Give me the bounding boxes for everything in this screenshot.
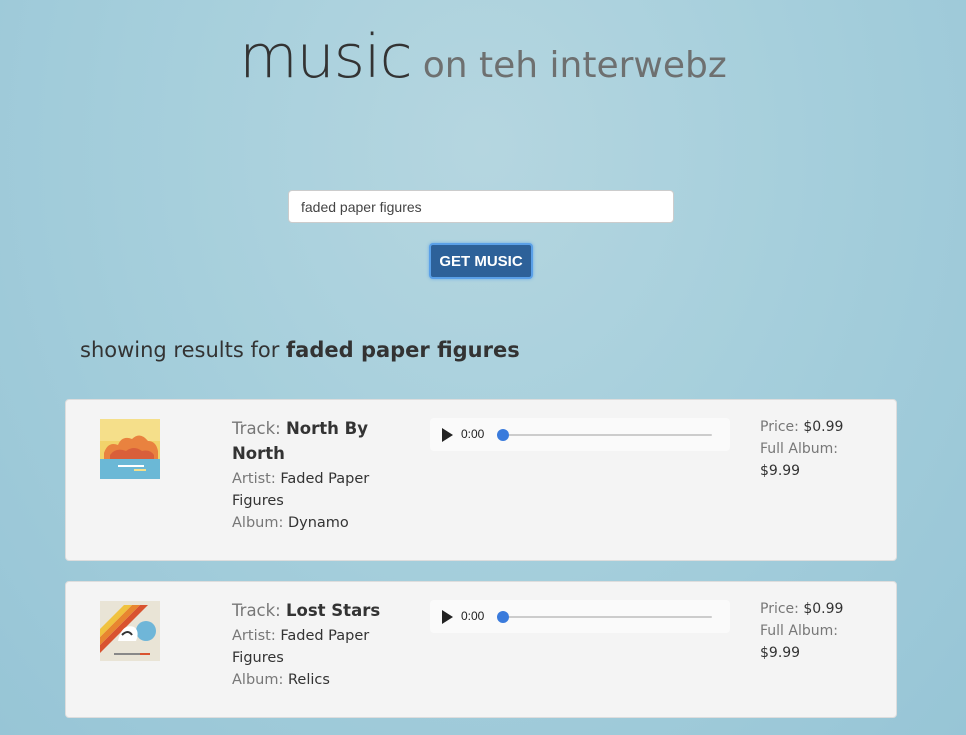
progress-knob[interactable] (497, 429, 509, 441)
album-name: Dynamo (287, 515, 349, 531)
full-album-line: Full Album: $9.99 (760, 438, 870, 482)
site-header: music on teh interwebz (0, 22, 966, 92)
artist-label: Artist: (232, 628, 276, 644)
track-line: Track: Lost Stars (232, 598, 402, 623)
album-line: Album: Relics (232, 669, 402, 691)
price-line: Price: $0.99 (760, 598, 870, 620)
current-time: 0:00 (461, 609, 485, 623)
full-album-label: Full Album: (760, 441, 838, 457)
track-line: Track: North By North (232, 416, 402, 466)
artist-line: Artist: Faded Paper Figures (232, 625, 402, 669)
site-subtitle: on teh interwebz (422, 45, 727, 86)
full-album-price: $9.99 (760, 645, 801, 661)
price-line: Price: $0.99 (760, 416, 870, 438)
result-card: Track: North By North Artist: Faded Pape… (65, 399, 897, 561)
audio-player: 0:00 (430, 600, 730, 633)
track-label: Track: (232, 601, 281, 620)
full-album-line: Full Album: $9.99 (760, 620, 870, 664)
album-name: Relics (287, 672, 330, 688)
price-info: Price: $0.99 Full Album: $9.99 (760, 598, 870, 664)
artist-line: Artist: Faded Paper Figures (232, 468, 402, 512)
search-input[interactable] (288, 190, 674, 223)
progress-slider[interactable] (502, 434, 712, 436)
audio-player: 0:00 (430, 418, 730, 451)
track-name: Lost Stars (286, 601, 381, 620)
track-info: Track: Lost Stars Artist: Faded Paper Fi… (232, 598, 402, 691)
track-info: Track: North By North Artist: Faded Pape… (232, 416, 402, 534)
site-title: music (239, 22, 412, 92)
album-label: Album: (232, 515, 284, 531)
current-time: 0:00 (461, 427, 485, 441)
album-art-icon (100, 419, 160, 479)
album-label: Album: (232, 672, 284, 688)
progress-slider[interactable] (502, 616, 712, 618)
track-price: $0.99 (803, 601, 844, 617)
album-art-icon (100, 601, 160, 661)
play-icon[interactable] (442, 610, 453, 624)
results-prefix: showing results for (80, 338, 280, 362)
track-price: $0.99 (803, 419, 844, 435)
price-label: Price: (760, 601, 799, 617)
get-music-button[interactable]: GET MUSIC (429, 243, 533, 279)
result-card: Track: Lost Stars Artist: Faded Paper Fi… (65, 581, 897, 718)
price-info: Price: $0.99 Full Album: $9.99 (760, 416, 870, 482)
full-album-label: Full Album: (760, 623, 838, 639)
results-query: faded paper figures (286, 338, 520, 362)
price-label: Price: (760, 419, 799, 435)
results-heading: showing results for faded paper figures (80, 338, 520, 362)
full-album-price: $9.99 (760, 463, 801, 479)
artist-label: Artist: (232, 471, 276, 487)
track-label: Track: (232, 419, 281, 438)
play-icon[interactable] (442, 428, 453, 442)
progress-knob[interactable] (497, 611, 509, 623)
album-line: Album: Dynamo (232, 512, 402, 534)
